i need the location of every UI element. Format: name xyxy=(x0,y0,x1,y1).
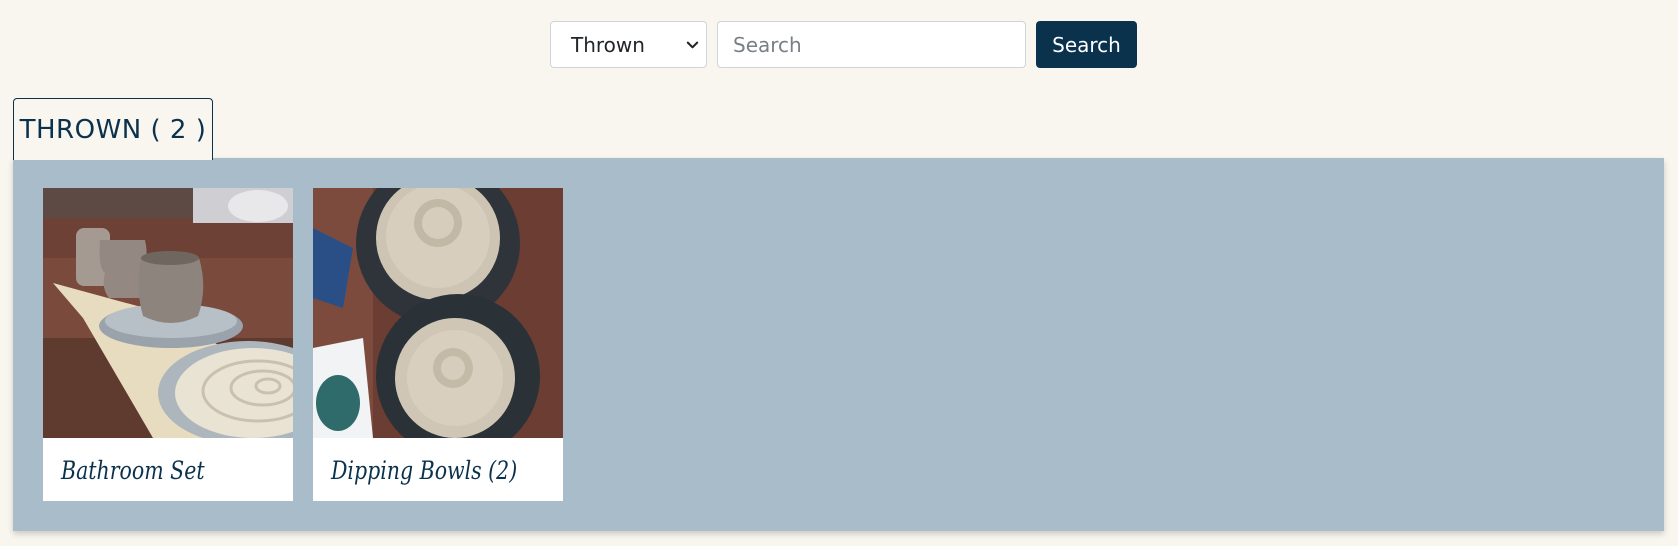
gallery-panel: Bathroom Set Dipping Bowls (2) xyxy=(13,158,1664,531)
card-title: Bathroom Set xyxy=(61,456,205,485)
card-photo-bathroom-set xyxy=(43,188,293,438)
chevron-down-icon xyxy=(686,41,699,49)
search-bar: Thrown Search xyxy=(550,21,1137,68)
card-title: Dipping Bowls (2) xyxy=(331,456,518,485)
gallery-card[interactable]: Dipping Bowls (2) xyxy=(313,188,563,501)
category-select[interactable]: Thrown xyxy=(550,21,707,68)
search-button[interactable]: Search xyxy=(1036,21,1137,68)
card-photo-dipping-bowls xyxy=(313,188,563,438)
tab-thrown[interactable]: THROWN ( 2 ) xyxy=(13,98,213,160)
search-input[interactable] xyxy=(717,21,1026,68)
gallery-card[interactable]: Bathroom Set xyxy=(43,188,293,501)
category-select-value: Thrown xyxy=(571,32,645,57)
